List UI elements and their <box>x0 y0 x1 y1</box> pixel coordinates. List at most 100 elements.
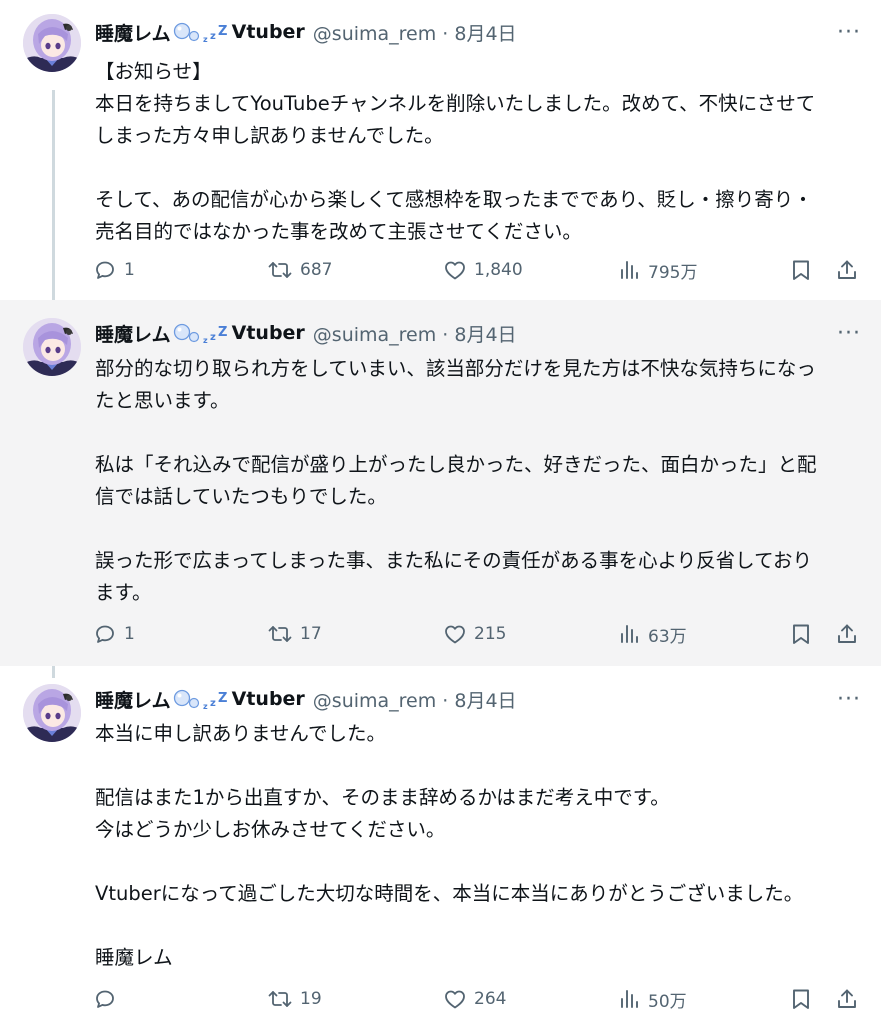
views-chart-icon <box>619 987 648 1011</box>
retweet-button[interactable]: 19 <box>267 987 322 1011</box>
share-button[interactable] <box>835 258 859 282</box>
tweet-text-line: しまった方々申し訳ありませんでした。 <box>95 124 444 147</box>
reply-icon <box>93 987 124 1011</box>
tweet-text-line: Vtuberになって過ごした大切な時間を、本当に本当にありがとうございました。 <box>95 882 804 905</box>
tweet-text-line: 配信はまた1から出直すか、そのまま辞めるかはまだ考え中です。 <box>95 786 670 809</box>
tweet-actions: 1 687 1,840 795万 <box>93 255 869 285</box>
tweet-text-line: たと思います。 <box>95 389 230 412</box>
views-chart-icon <box>619 258 648 282</box>
tweet[interactable]: 睡魔レム zzZ Vtuber @suima_rem · 8月4日 ··· 部分… <box>0 300 881 666</box>
handle-and-date[interactable]: @suima_rem · 8月4日 <box>313 19 517 46</box>
retweet-icon <box>267 622 300 646</box>
reply-button[interactable]: 1 <box>93 622 135 646</box>
more-options-icon[interactable]: ··· <box>832 684 866 714</box>
tweet-text-line: 信では話していたつもりでした。 <box>95 485 387 508</box>
heart-icon <box>443 987 474 1011</box>
views-button[interactable]: 795万 <box>619 258 697 283</box>
views-chart-icon <box>619 622 648 646</box>
display-name-suffix[interactable]: Vtuber <box>232 688 305 710</box>
retweet-button[interactable]: 17 <box>267 622 322 646</box>
tweet[interactable]: 睡魔レム zzZ Vtuber @suima_rem · 8月4日 ··· 本当… <box>0 666 881 1024</box>
svg-text:Z: Z <box>218 691 227 706</box>
reply-button[interactable] <box>93 987 124 1011</box>
like-button[interactable]: 215 <box>443 622 506 646</box>
bubbles-zzz-icon: zzZ <box>173 20 231 44</box>
share-icon <box>835 622 859 646</box>
retweet-button[interactable]: 687 <box>267 258 332 282</box>
avatar[interactable] <box>23 14 81 72</box>
reply-button[interactable]: 1 <box>93 258 135 282</box>
tweet-text: 部分的な切り取られ方をしていまい、該当部分だけを見た方は不快な気持ちになっ たと思… <box>95 353 865 609</box>
share-icon <box>835 987 859 1011</box>
views-count: 50万 <box>648 991 687 1012</box>
retweets-count: 687 <box>300 260 333 280</box>
replies-count: 1 <box>124 624 135 644</box>
tweet-actions: 1 17 215 63万 <box>93 619 869 649</box>
likes-count: 264 <box>474 989 507 1009</box>
heart-icon <box>443 622 474 646</box>
tweet-text-line: そして、あの配信が心から楽しくて感想枠を取ったまでであり、貶し・擦り寄り・ <box>95 188 813 211</box>
retweets-count: 19 <box>300 989 322 1009</box>
svg-text:Z: Z <box>218 24 227 39</box>
tweet-text-line: 睡魔レム <box>95 946 173 969</box>
share-button[interactable] <box>835 622 859 646</box>
views-button[interactable]: 63万 <box>619 622 687 647</box>
tweet-text-line: 【お知らせ】 <box>95 60 212 83</box>
share-button[interactable] <box>835 987 859 1011</box>
bookmark-icon <box>790 987 812 1011</box>
like-button[interactable]: 1,840 <box>443 258 523 282</box>
replies-count: 1 <box>124 260 135 280</box>
avatar[interactable] <box>23 684 81 742</box>
tweet-text: 本当に申し訳ありませんでした。配信はまた1から出直すか、そのまま辞めるかはまだ考… <box>95 718 865 974</box>
display-name[interactable]: 睡魔レム <box>95 320 171 347</box>
handle-and-date[interactable]: @suima_rem · 8月4日 <box>313 320 517 347</box>
reply-icon <box>93 622 124 646</box>
tweet-header: 睡魔レム zzZ Vtuber @suima_rem · 8月4日 <box>95 684 517 714</box>
reply-icon <box>93 258 124 282</box>
svg-text:Z: Z <box>218 325 227 340</box>
display-name-suffix[interactable]: Vtuber <box>232 21 305 43</box>
avatar[interactable] <box>23 318 81 376</box>
more-options-icon[interactable]: ··· <box>832 17 866 47</box>
more-options-icon[interactable]: ··· <box>832 318 866 348</box>
bookmark-button[interactable] <box>790 258 812 282</box>
tweet-header: 睡魔レム zzZ Vtuber @suima_rem · 8月4日 <box>95 318 517 348</box>
views-count: 63万 <box>648 626 687 647</box>
thread: 睡魔レム zzZ Vtuber @suima_rem · 8月4日 ··· 【お… <box>0 0 881 1024</box>
svg-text:z: z <box>203 336 208 345</box>
tweet-text: 【お知らせ】本日を持ちましてYouTubeチャンネルを削除いたしました。改めて、… <box>95 56 865 248</box>
svg-text:z: z <box>210 332 216 343</box>
tweet-text-line: 部分的な切り取られ方をしていまい、該当部分だけを見た方は不快な気持ちになっ <box>95 357 816 380</box>
bookmark-icon <box>790 622 812 646</box>
retweets-count: 17 <box>300 624 322 644</box>
bookmark-button[interactable] <box>790 987 812 1011</box>
svg-text:z: z <box>210 698 216 709</box>
retweet-icon <box>267 987 300 1011</box>
bookmark-icon <box>790 258 812 282</box>
tweet-text-line: 本日を持ちましてYouTubeチャンネルを削除いたしました。改めて、不快にさせて <box>95 92 816 115</box>
views-button[interactable]: 50万 <box>619 987 687 1012</box>
tweet-text-line: 売名目的ではなかった事を改めて主張させてください。 <box>95 220 582 243</box>
tweet-text-line: 今はどうか少しお休みさせてください。 <box>95 818 446 841</box>
share-icon <box>835 258 859 282</box>
tweet-header: 睡魔レム zzZ Vtuber @suima_rem · 8月4日 <box>95 17 517 47</box>
tweet-text-line: 本当に申し訳ありませんでした。 <box>95 722 386 745</box>
display-name-suffix[interactable]: Vtuber <box>232 322 305 344</box>
display-name[interactable]: 睡魔レム <box>95 19 171 46</box>
likes-count: 1,840 <box>474 260 523 280</box>
likes-count: 215 <box>474 624 507 644</box>
svg-text:z: z <box>203 702 208 711</box>
bookmark-button[interactable] <box>790 622 812 646</box>
like-button[interactable]: 264 <box>443 987 506 1011</box>
bubbles-zzz-icon: zzZ <box>173 687 231 711</box>
bubbles-zzz-icon: zzZ <box>173 321 231 345</box>
tweet[interactable]: 睡魔レム zzZ Vtuber @suima_rem · 8月4日 ··· 【お… <box>0 0 881 300</box>
display-name[interactable]: 睡魔レム <box>95 686 171 713</box>
handle-and-date[interactable]: @suima_rem · 8月4日 <box>313 686 517 713</box>
